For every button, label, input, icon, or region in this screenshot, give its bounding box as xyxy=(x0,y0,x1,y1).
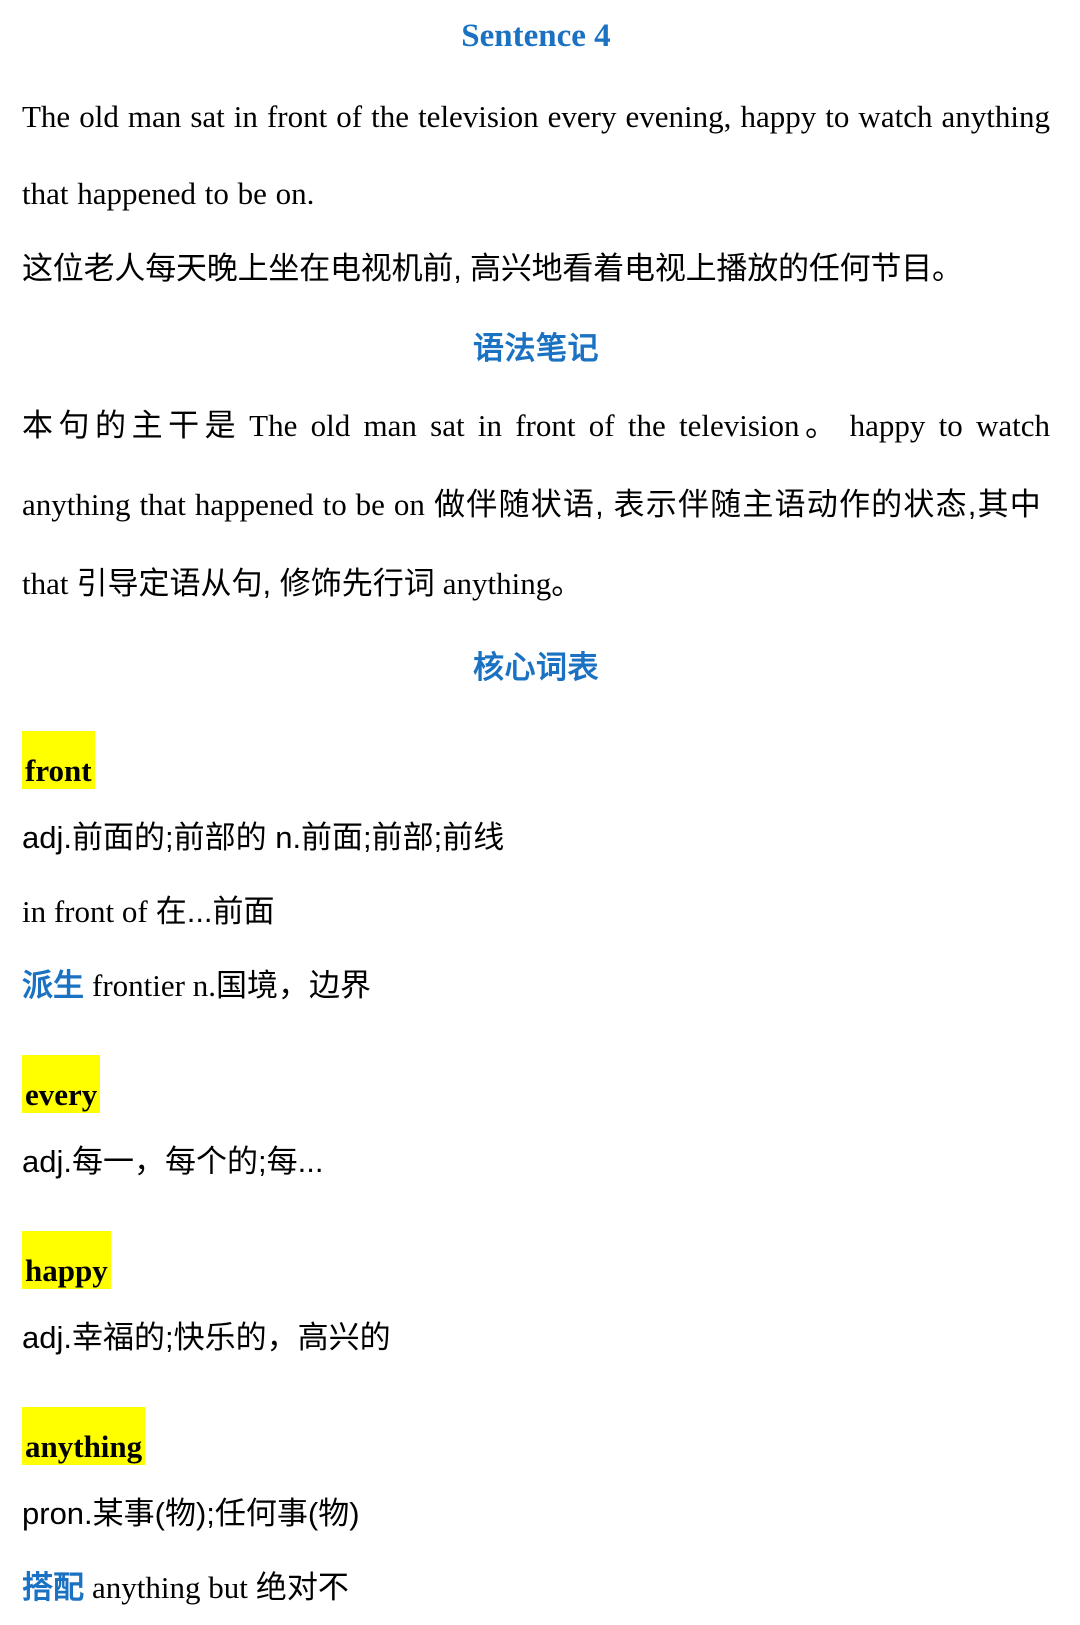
word-extra-line: in front of 在...前面 xyxy=(22,875,1050,949)
word-definition: adj.每一，每个的;每... xyxy=(22,1144,324,1180)
page-title: Sentence 4 xyxy=(461,18,611,54)
word-definition: adj.幸福的;快乐的，高兴的 xyxy=(22,1320,391,1356)
headword-line: front xyxy=(22,699,1050,790)
word-definition: adj.前面的;前部的 n.前面;前部;前线 xyxy=(22,820,505,856)
grammar-notes-heading: 语法笔记 xyxy=(473,331,599,367)
core-wordlist-heading: 核心词表 xyxy=(473,650,599,686)
grammar-note-part-2: The old man sat in front of the televisi… xyxy=(249,408,800,444)
grammar-note-part-9: 。 xyxy=(551,566,583,602)
word-entry: every adj.每一，每个的;每... xyxy=(22,1023,1050,1199)
english-sentence: The old man sat in front of the televisi… xyxy=(22,99,1050,212)
grammar-note-part-1: 本句的主干是 xyxy=(22,408,242,444)
headword-highlight: anything xyxy=(22,1407,146,1466)
word-extra-line: 派生 frontier n.国境，边界 xyxy=(22,949,1050,1023)
chinese-translation: 这位老人每天晚上坐在电视机前, 高兴地看着电视上播放的任何节目。 xyxy=(22,251,963,287)
word-entry: front adj.前面的;前部的 n.前面;前部;前线 in front of… xyxy=(22,699,1050,1023)
grammar-note-part-3: 。 xyxy=(799,408,842,444)
extra-tag-label: 派生 xyxy=(22,968,84,1004)
extra-phrase-cn: 国境，边界 xyxy=(215,968,371,1004)
document-page: Sentence 4 The old man sat in front of t… xyxy=(0,18,1080,1625)
extra-phrase-en: frontier n. xyxy=(92,968,216,1004)
extra-phrase-cn: 在...前面 xyxy=(155,894,275,930)
headword-line: happy xyxy=(22,1199,1050,1290)
word-definition: pron.某事(物);任何事(物) xyxy=(22,1496,360,1532)
headword-line: every xyxy=(22,1023,1050,1114)
grammar-note-text: 本句的主干是 The old man sat in front of the te… xyxy=(22,386,1050,623)
extra-tag-label: 搭配 xyxy=(22,1570,84,1606)
headword-line: anything xyxy=(22,1375,1050,1466)
extra-phrase-en: in front of xyxy=(22,894,148,930)
headword-highlight: happy xyxy=(22,1231,111,1290)
grammar-note-part-6: that xyxy=(22,566,69,602)
word-extra-line: 搭配 anything but 绝对不 xyxy=(22,1551,1050,1625)
word-entry: happy adj.幸福的;快乐的，高兴的 xyxy=(22,1199,1050,1375)
headword-highlight: front xyxy=(22,731,95,790)
extra-phrase-en: anything but xyxy=(92,1570,248,1606)
word-list: front adj.前面的;前部的 n.前面;前部;前线 in front of… xyxy=(22,699,1050,1625)
grammar-note-part-7: 引导定语从句, 修饰先行词 xyxy=(76,566,435,602)
grammar-note-part-8: anything xyxy=(442,566,552,602)
grammar-note-part-5: 做伴随状语, 表示伴随主语动作的状态,其中 xyxy=(432,487,1042,523)
word-entry: anything pron.某事(物);任何事(物) 搭配 anything bu… xyxy=(22,1375,1050,1625)
headword-highlight: every xyxy=(22,1055,101,1114)
extra-phrase-cn: 绝对不 xyxy=(255,1570,349,1606)
